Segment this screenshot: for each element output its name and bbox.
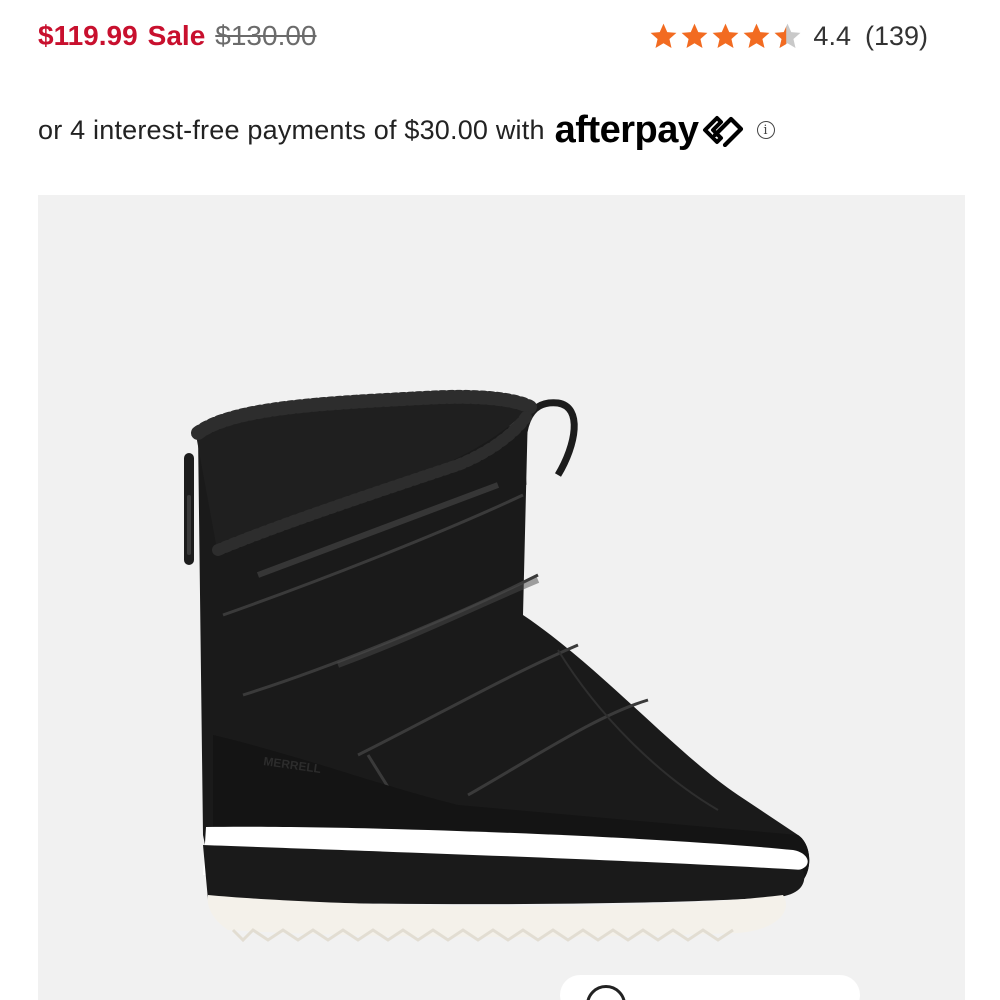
- rating-value: 4.4: [813, 20, 851, 51]
- afterpay-row: or 4 interest-free payments of $30.00 wi…: [38, 100, 775, 160]
- star-icon: [682, 23, 708, 48]
- rating-summary[interactable]: 4.4 (139): [648, 14, 928, 58]
- star-icon: [744, 23, 770, 48]
- price-row: $119.99 Sale $130.00: [38, 14, 317, 58]
- boot-illustration: MERRELL: [184, 389, 810, 943]
- product-image[interactable]: MERRELL: [38, 195, 965, 1000]
- review-count[interactable]: (139): [865, 21, 928, 52]
- sale-price: $119.99: [38, 20, 138, 51]
- star-half-icon: [775, 23, 801, 48]
- afterpay-text: or 4 interest-free payments of $30.00 wi…: [38, 114, 545, 145]
- star-icon: [651, 23, 677, 48]
- star-rating: [648, 21, 803, 52]
- afterpay-logo: afterpay: [555, 109, 745, 152]
- afterpay-arrows-icon: [702, 116, 743, 147]
- sale-label: Sale: [147, 20, 206, 51]
- original-price: $130.00: [215, 20, 317, 51]
- info-icon[interactable]: i: [756, 121, 775, 139]
- afterpay-brand: afterpay: [554, 108, 699, 151]
- star-icon: [713, 23, 739, 48]
- product-page: $119.99 Sale $130.00 4.4 (139) or 4 inte…: [0, 0, 1000, 1000]
